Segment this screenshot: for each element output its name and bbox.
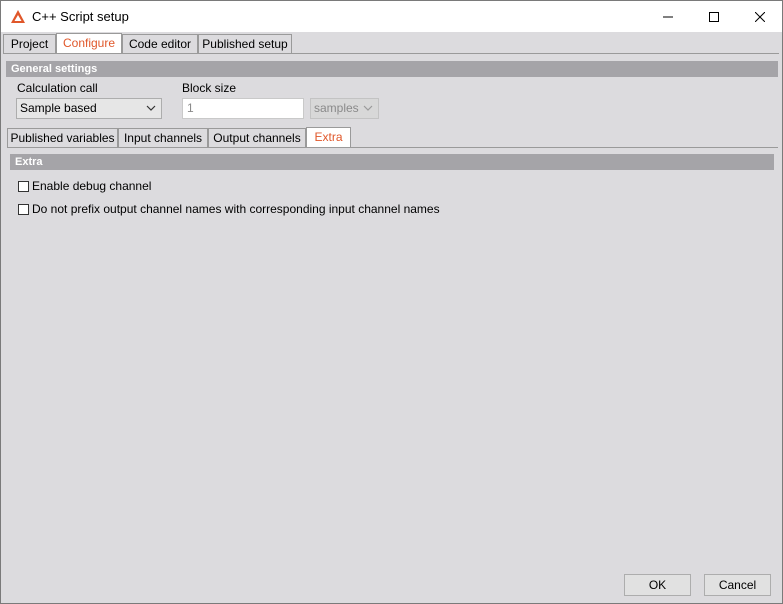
general-settings-header: General settings	[6, 61, 778, 77]
minimize-icon	[663, 16, 673, 17]
tab-published-variables[interactable]: Published variables	[7, 128, 118, 147]
tab-output-channels[interactable]: Output channels	[208, 128, 306, 147]
tab-divider	[3, 53, 779, 54]
chevron-down-icon	[363, 105, 373, 111]
block-size-unit-select[interactable]: samples	[310, 98, 379, 119]
close-icon	[755, 11, 765, 22]
chevron-down-icon	[146, 105, 156, 111]
sub-tab-divider	[7, 147, 778, 148]
app-logo-icon	[11, 10, 25, 23]
enable-debug-channel-checkbox[interactable]	[18, 180, 29, 192]
close-button[interactable]	[737, 1, 782, 32]
dialog-window: C++ Script setup Project Configure Code …	[0, 0, 783, 604]
calculation-call-value: Sample based	[20, 101, 97, 115]
minimize-button[interactable]	[645, 1, 691, 32]
block-size-label: Block size	[182, 81, 237, 95]
no-prefix-output-names-label: Do not prefix output channel names with …	[32, 202, 440, 216]
calculation-call-label: Calculation call	[17, 81, 98, 95]
block-size-input[interactable]: 1	[182, 98, 304, 119]
maximize-button[interactable]	[691, 1, 737, 32]
extra-header: Extra	[10, 154, 774, 170]
ok-button[interactable]: OK	[624, 574, 691, 596]
no-prefix-output-names-option[interactable]: Do not prefix output channel names with …	[18, 202, 440, 216]
cancel-button[interactable]: Cancel	[704, 574, 771, 596]
maximize-icon	[709, 11, 719, 22]
calculation-call-select[interactable]: Sample based	[16, 98, 162, 119]
tab-project[interactable]: Project	[3, 34, 56, 53]
window-title: C++ Script setup	[32, 9, 129, 24]
block-size-unit-value: samples	[314, 101, 359, 115]
no-prefix-output-names-checkbox[interactable]	[18, 203, 29, 215]
tab-input-channels[interactable]: Input channels	[118, 128, 208, 147]
enable-debug-channel-label: Enable debug channel	[32, 179, 152, 193]
tab-code-editor[interactable]: Code editor	[122, 34, 198, 53]
title-bar[interactable]: C++ Script setup	[1, 1, 782, 32]
tab-configure[interactable]: Configure	[56, 33, 122, 54]
tab-published-setup[interactable]: Published setup	[198, 34, 292, 53]
enable-debug-channel-option[interactable]: Enable debug channel	[18, 179, 151, 193]
tab-extra[interactable]: Extra	[306, 127, 351, 148]
